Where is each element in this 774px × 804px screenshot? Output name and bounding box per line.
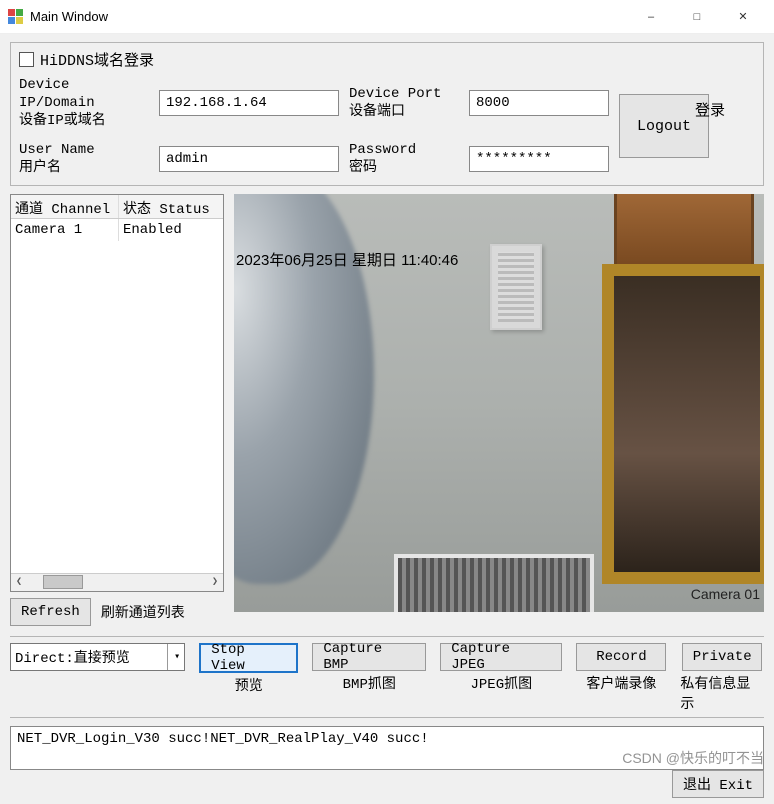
close-button[interactable]: ✕ (720, 2, 766, 32)
scroll-right-icon[interactable]: ❯ (207, 576, 223, 588)
scroll-thumb[interactable] (43, 575, 83, 589)
channel-list-hscroll[interactable]: ❮ ❯ (11, 573, 223, 591)
video-timestamp: 2023年06月25日 星期日 11:40:46 (236, 249, 458, 270)
capture-jpeg-button[interactable]: Capture JPEG (440, 643, 562, 671)
username-label: User Name 用户名 (19, 141, 149, 177)
device-ip-label: Device IP/Domain 设备IP或域名 (19, 76, 149, 131)
private-button[interactable]: Private (682, 643, 762, 671)
chevron-down-icon: ▾ (167, 644, 180, 670)
login-panel: HiDDNS域名登录 登录 Device IP/Domain 设备IP或域名 D… (10, 42, 764, 186)
hiddns-label: HiDDNS域名登录 (40, 49, 154, 70)
channel-list-header: 通道 Channel 状态 Status (11, 195, 223, 219)
username-input[interactable] (159, 146, 339, 172)
col-status: 状态 Status (119, 195, 214, 218)
private-label-cn: 私有信息显示 (680, 673, 764, 713)
preview-mode-select[interactable]: Direct:直接预览 ▾ (10, 643, 185, 671)
hiddns-checkbox[interactable] (19, 52, 34, 67)
device-port-input[interactable] (469, 90, 609, 116)
channel-list[interactable]: 通道 Channel 状态 Status Camera 1 Enabled ❮ … (10, 194, 224, 592)
video-preview: 2023年06月25日 星期日 11:40:46 Camera 01 (234, 194, 764, 612)
capture-bmp-button[interactable]: Capture BMP (312, 643, 426, 671)
record-button[interactable]: Record (576, 643, 666, 671)
password-label: Password 密码 (349, 141, 459, 177)
password-input[interactable] (469, 146, 609, 172)
col-channel: 通道 Channel (11, 195, 119, 218)
app-icon (8, 9, 24, 25)
maximize-button[interactable]: □ (674, 2, 720, 32)
exit-button[interactable]: 退出 Exit (672, 770, 764, 798)
login-label: 登录 (695, 99, 725, 120)
video-camera-label: Camera 01 (691, 586, 760, 602)
stop-view-button[interactable]: Stop View (199, 643, 298, 673)
log-output[interactable]: NET_DVR_Login_V30 succ!NET_DVR_RealPlay_… (10, 726, 764, 770)
refresh-label-cn: 刷新通道列表 (101, 602, 185, 622)
window-title: Main Window (30, 9, 628, 24)
capture-jpeg-label-cn: JPEG抓图 (470, 673, 532, 693)
titlebar: Main Window ‒ □ ✕ (0, 0, 774, 34)
scroll-left-icon[interactable]: ❮ (11, 576, 27, 588)
refresh-button[interactable]: Refresh (10, 598, 91, 626)
device-ip-input[interactable] (159, 90, 339, 116)
device-port-label: Device Port 设备端口 (349, 85, 459, 121)
record-label-cn: 客户端录像 (586, 673, 656, 693)
capture-bmp-label-cn: BMP抓图 (343, 673, 396, 693)
channel-row[interactable]: Camera 1 Enabled (11, 219, 223, 241)
action-bar: Direct:直接预览 ▾ Stop View 预览 Capture BMP B… (10, 636, 764, 718)
minimize-button[interactable]: ‒ (628, 2, 674, 32)
stop-view-label-cn: 预览 (235, 675, 263, 695)
